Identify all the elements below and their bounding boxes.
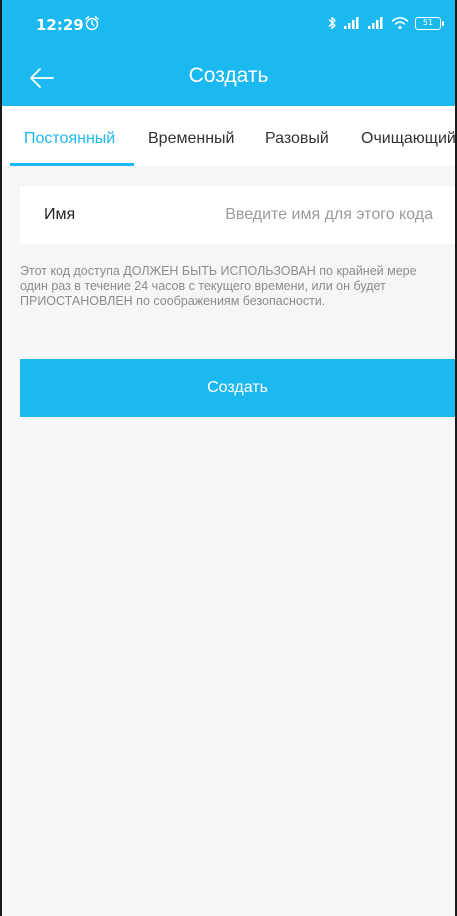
battery-icon: 51 [415,16,444,30]
app-bar: Создать [2,50,455,106]
tab-clearing[interactable]: Очищающий [361,130,455,148]
name-field-row: Имя [20,186,455,244]
security-hint: Этот код доступа ДОЛЖЕН БЫТЬ ИСПОЛЬЗОВАН… [20,264,417,308]
wifi-icon [391,17,409,30]
alarm-icon [85,16,99,31]
name-label: Имя [44,206,76,223]
name-input[interactable] [183,200,433,230]
tab-one-time[interactable]: Разовый [265,130,329,148]
tab-bar: Постоянный Временный Разовый Очищающий [2,106,455,166]
tab-temporary[interactable]: Временный [148,130,234,148]
bluetooth-icon [328,16,336,30]
create-button[interactable]: Создать [20,359,455,417]
tab-permanent[interactable]: Постоянный [24,130,115,148]
active-tab-indicator [10,163,134,166]
status-icons: 51 [327,14,444,32]
status-bar: 12:29 51 [2,0,455,50]
app-screen: 12:29 51 Создать Постоянный Временный Ра… [0,0,457,916]
status-time: 12:29 [36,16,84,34]
signal-icon [344,17,359,29]
page-title: Создать [188,64,269,87]
signal-icon [368,17,383,29]
